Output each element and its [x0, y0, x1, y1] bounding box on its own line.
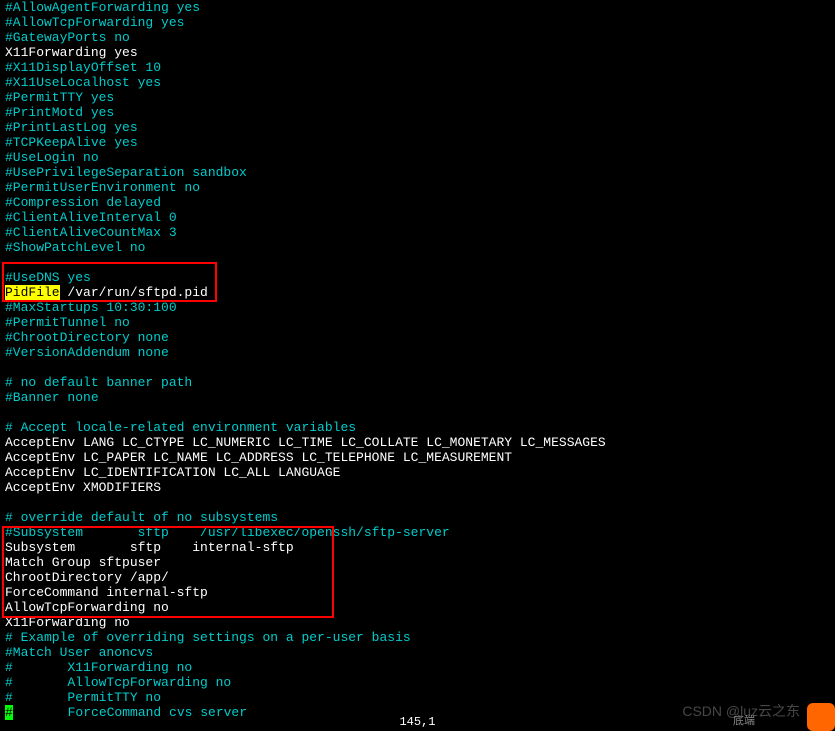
config-line: AcceptEnv LC_PAPER LC_NAME LC_ADDRESS LC…	[5, 450, 835, 465]
config-line	[5, 360, 835, 375]
config-line: #PermitTunnel no	[5, 315, 835, 330]
config-line	[5, 405, 835, 420]
config-line: #Subsystem sftp /usr/libexec/openssh/sft…	[5, 525, 835, 540]
config-line: #UseLogin no	[5, 150, 835, 165]
config-line: #Compression delayed	[5, 195, 835, 210]
csdn-logo-icon	[807, 703, 835, 731]
config-line: # Example of overriding settings on a pe…	[5, 630, 835, 645]
config-line: #UsePrivilegeSeparation sandbox	[5, 165, 835, 180]
config-line: #VersionAddendum none	[5, 345, 835, 360]
config-line: #AllowTcpForwarding yes	[5, 15, 835, 30]
search-highlight: PidFile	[5, 285, 60, 300]
config-line	[5, 495, 835, 510]
config-file-content: #AllowAgentForwarding yes#AllowTcpForwar…	[5, 0, 835, 720]
config-line: AllowTcpForwarding no	[5, 600, 835, 615]
config-line: #MaxStartups 10:30:100	[5, 300, 835, 315]
config-line: #GatewayPorts no	[5, 30, 835, 45]
config-line: #X11UseLocalhost yes	[5, 75, 835, 90]
config-line: #ClientAliveInterval 0	[5, 210, 835, 225]
config-line: # override default of no subsystems	[5, 510, 835, 525]
config-line: # AllowTcpForwarding no	[5, 675, 835, 690]
config-line: X11Forwarding no	[5, 615, 835, 630]
config-line: #PrintLastLog yes	[5, 120, 835, 135]
config-line: #ClientAliveCountMax 3	[5, 225, 835, 240]
config-line: #PermitUserEnvironment no	[5, 180, 835, 195]
config-line: #X11DisplayOffset 10	[5, 60, 835, 75]
config-line: # Accept locale-related environment vari…	[5, 420, 835, 435]
config-line: # X11Forwarding no	[5, 660, 835, 675]
config-line: AcceptEnv LC_IDENTIFICATION LC_ALL LANGU…	[5, 465, 835, 480]
config-line: Match Group sftpuser	[5, 555, 835, 570]
config-line: AcceptEnv LANG LC_CTYPE LC_NUMERIC LC_TI…	[5, 435, 835, 450]
config-line: AcceptEnv XMODIFIERS	[5, 480, 835, 495]
config-line: #AllowAgentForwarding yes	[5, 0, 835, 15]
config-line: #ShowPatchLevel no	[5, 240, 835, 255]
config-line: ChrootDirectory /app/	[5, 570, 835, 585]
config-line: ForceCommand internal-sftp	[5, 585, 835, 600]
config-line: #UseDNS yes	[5, 270, 835, 285]
config-line: Subsystem sftp internal-sftp	[5, 540, 835, 555]
config-line: #PrintMotd yes	[5, 105, 835, 120]
config-line: #PermitTTY yes	[5, 90, 835, 105]
config-line: X11Forwarding yes	[5, 45, 835, 60]
watermark-text: CSDN @luz云之东	[682, 704, 800, 719]
config-line	[5, 255, 835, 270]
config-line: #TCPKeepAlive yes	[5, 135, 835, 150]
config-line: #ChrootDirectory none	[5, 330, 835, 345]
config-line: # no default banner path	[5, 375, 835, 390]
config-line: PidFile /var/run/sftpd.pid	[5, 285, 835, 300]
config-line: #Match User anoncvs	[5, 645, 835, 660]
config-line: #Banner none	[5, 390, 835, 405]
